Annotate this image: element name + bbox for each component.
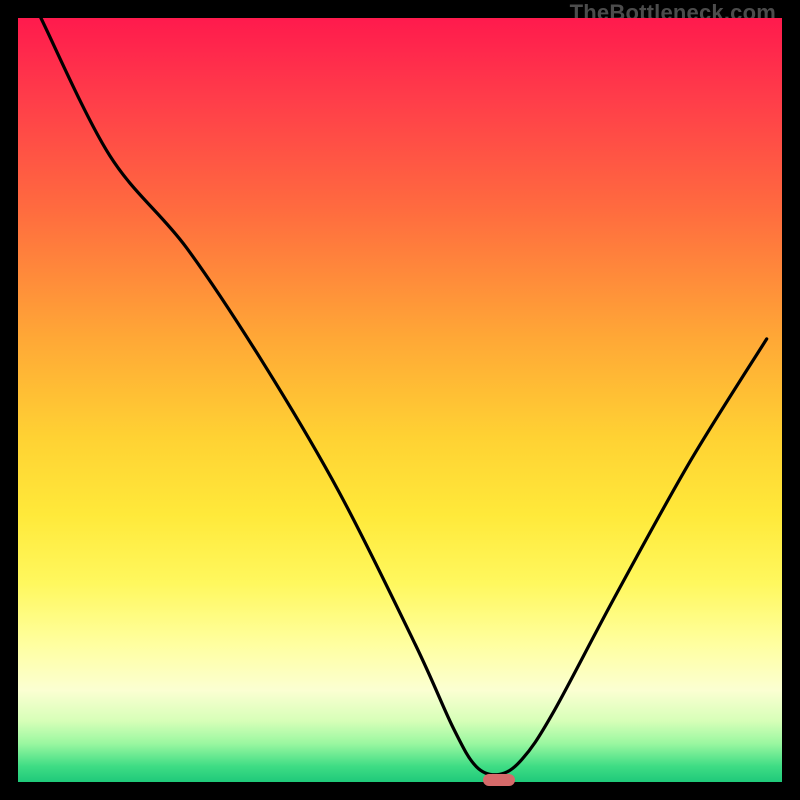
chart-frame: TheBottleneck.com bbox=[0, 0, 800, 800]
bottleneck-curve bbox=[18, 18, 782, 782]
plot-area bbox=[18, 18, 782, 782]
optimal-marker bbox=[483, 774, 515, 786]
